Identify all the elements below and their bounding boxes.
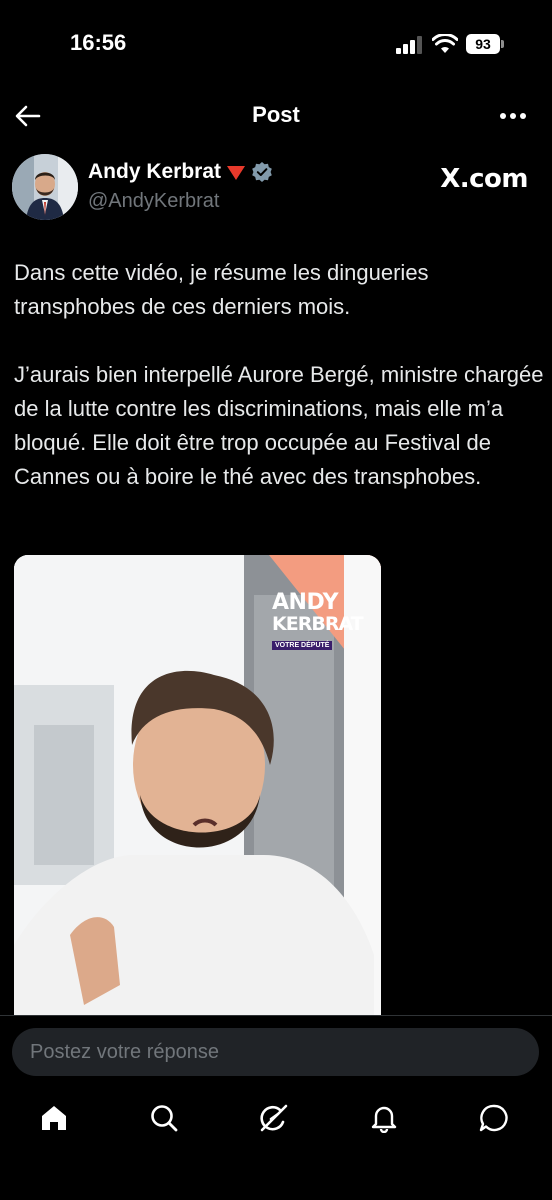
author-handle[interactable]: @AndyKerbrat [88, 190, 219, 213]
watermark-first-name: ANDY [272, 590, 339, 615]
tab-search[interactable] [144, 1098, 184, 1138]
tweet-paragraph: Dans cette vidéo, je résume les dingueri… [14, 260, 429, 319]
avatar-image [12, 154, 78, 220]
author-name[interactable]: Andy Kerbrat [88, 160, 221, 184]
tab-home[interactable] [34, 1098, 74, 1138]
messages-icon [479, 1104, 508, 1132]
verified-badge-icon [252, 162, 272, 182]
red-triangle-icon [227, 166, 246, 180]
tweet-author: Andy Kerbrat @AndyKerbrat X.com [12, 154, 540, 222]
video-watermark: ANDY KERBRAT VOTRE DÉPUTÉ [272, 590, 364, 652]
battery-level: 93 [466, 34, 500, 54]
wifi-icon [432, 34, 458, 53]
tab-messages[interactable] [474, 1098, 514, 1138]
notifications-bell-icon [371, 1106, 397, 1133]
reply-input[interactable]: Postez votre réponse [12, 1028, 539, 1076]
search-icon [151, 1105, 178, 1132]
tab-grok[interactable] [254, 1098, 294, 1138]
battery-icon: 93 [466, 34, 504, 54]
watermark-badge: VOTRE DÉPUTÉ [272, 641, 333, 650]
avatar[interactable] [12, 154, 78, 220]
bottom-tab-bar [0, 1092, 552, 1152]
watermark-last-name: KERBRAT [272, 613, 364, 635]
home-icon [42, 1106, 66, 1130]
page-title: Post [252, 102, 300, 127]
more-options-button[interactable] [498, 104, 528, 128]
tweet-video[interactable]: ANDY KERBRAT VOTRE DÉPUTÉ [14, 555, 381, 1015]
x-com-watermark: X.com [440, 164, 528, 194]
tab-notifications[interactable] [364, 1098, 404, 1138]
tweet-paragraph: J’aurais bien interpellé Aurore Bergé, m… [14, 362, 544, 489]
status-time: 16:56 [70, 30, 127, 55]
status-bar: 16:56 93 [0, 0, 552, 90]
tweet-text: Dans cette vidéo, je résume les dingueri… [14, 256, 544, 528]
cellular-signal-icon [396, 36, 424, 54]
author-name-row[interactable]: Andy Kerbrat [88, 160, 273, 184]
post-header: Post [0, 92, 552, 140]
more-horizontal-icon [500, 113, 526, 119]
grok-icon [260, 1104, 288, 1132]
